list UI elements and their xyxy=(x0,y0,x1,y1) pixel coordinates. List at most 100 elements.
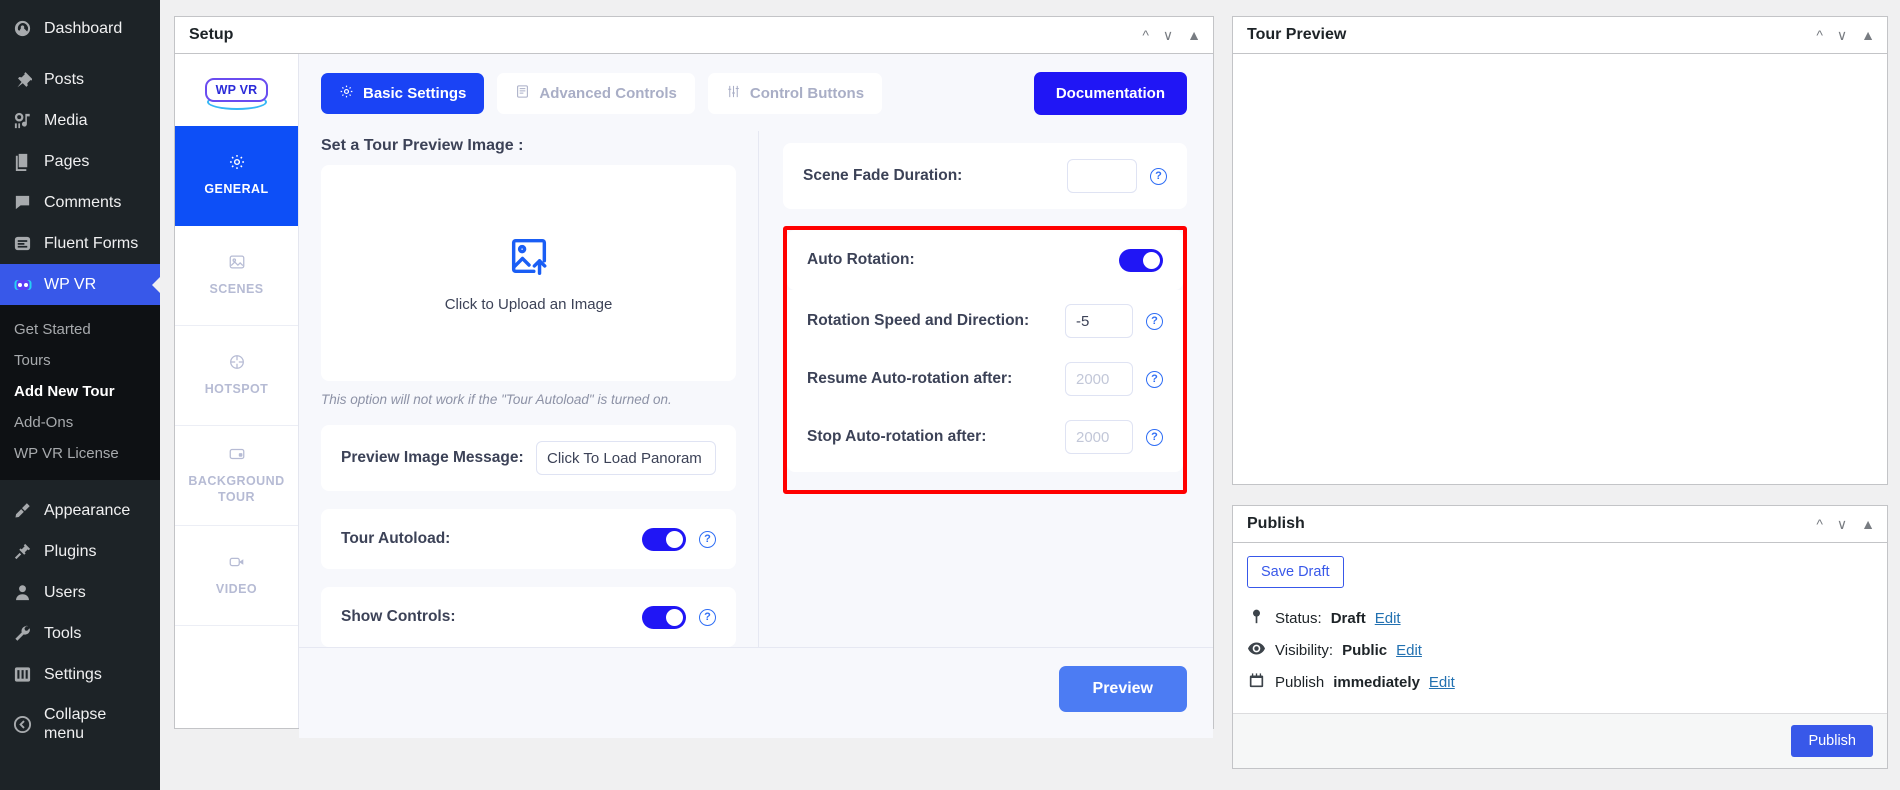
show-controls-toggle[interactable] xyxy=(642,605,686,629)
move-down-icon[interactable]: ∨ xyxy=(1837,28,1847,42)
publish-time-line: Publish immediately Edit xyxy=(1247,666,1873,699)
status-line: Status: Draft Edit xyxy=(1247,602,1873,635)
submenu-item-tours[interactable]: Tours xyxy=(0,345,160,376)
sidebar-item-collapse-menu[interactable]: Collapse menu xyxy=(0,695,160,753)
tour-preview-body xyxy=(1233,54,1887,484)
toggle-panel-icon[interactable]: ▲ xyxy=(1187,28,1201,42)
auto-rotation-toggle[interactable] xyxy=(1119,248,1163,272)
move-down-icon[interactable]: ∨ xyxy=(1163,28,1173,42)
sidebar-item-posts[interactable]: Posts xyxy=(0,59,160,100)
move-up-icon[interactable]: ^ xyxy=(1816,517,1823,531)
vtab-label: VIDEO xyxy=(215,582,258,597)
comments-icon xyxy=(12,192,33,213)
sidebar-item-fluent-forms[interactable]: Fluent Forms xyxy=(0,223,160,264)
toggle-panel-icon[interactable]: ▲ xyxy=(1861,28,1875,42)
toggle-panel-icon[interactable]: ▲ xyxy=(1861,517,1875,531)
preview-image-message-input[interactable] xyxy=(536,441,716,475)
sidebar-item-settings[interactable]: Settings xyxy=(0,654,160,695)
tab-basic-settings[interactable]: Basic Settings xyxy=(321,73,485,114)
publish-header-actions: ^ ∨ ▲ xyxy=(1816,517,1875,531)
tab-advanced-controls[interactable]: Advanced Controls xyxy=(497,73,695,114)
move-up-icon[interactable]: ^ xyxy=(1816,28,1823,42)
sidebar-item-tools[interactable]: Tools xyxy=(0,613,160,654)
upload-image-dropzone[interactable]: Click to Upload an Image xyxy=(321,165,736,381)
help-icon[interactable]: ? xyxy=(1146,312,1163,330)
help-icon[interactable]: ? xyxy=(1146,370,1163,388)
scene-fade-duration-row: Scene Fade Duration: ? xyxy=(783,143,1187,209)
preview-image-hint: This option will not work if the "Tour A… xyxy=(321,392,672,407)
visibility-value: Public xyxy=(1342,642,1388,659)
settings-tabs-row: Basic Settings Advanced Controls Control… xyxy=(299,54,1213,131)
publish-button[interactable]: Publish xyxy=(1791,725,1873,757)
tour-preview-header: Tour Preview ^ ∨ ▲ xyxy=(1233,17,1887,54)
publish-time-value: immediately xyxy=(1333,674,1420,691)
sidebar-item-label: Tools xyxy=(44,624,82,642)
image-upload-icon xyxy=(506,233,552,284)
help-icon[interactable]: ? xyxy=(699,530,716,548)
rotation-speed-input[interactable] xyxy=(1065,304,1133,338)
status-edit-link[interactable]: Edit xyxy=(1375,610,1401,627)
sidebar-item-media[interactable]: Media xyxy=(0,100,160,141)
dashboard-icon xyxy=(12,18,33,39)
sidebar-item-comments[interactable]: Comments xyxy=(0,182,160,223)
vtab-video[interactable]: VIDEO xyxy=(175,526,298,626)
submenu-item-wp-vr-license[interactable]: WP VR License xyxy=(0,438,160,469)
rotation-speed-label: Rotation Speed and Direction: xyxy=(807,311,1030,329)
setup-body: WP VR GENERAL SCENES HOTSPOT BACKGROUND … xyxy=(175,54,1213,738)
auto-rotation-highlight: Auto Rotation: Rotation Speed and Direct… xyxy=(783,226,1187,494)
vtab-label: BACKGROUND TOUR xyxy=(188,474,285,504)
show-controls-label: Show Controls: xyxy=(341,607,456,625)
sidebar-item-label: WP VR xyxy=(44,275,97,293)
pages-icon xyxy=(12,151,33,172)
vtab-background-tour[interactable]: BACKGROUND TOUR xyxy=(175,426,298,526)
sidebar-item-label: Appearance xyxy=(44,501,131,519)
plug-icon xyxy=(12,541,33,562)
vtab-hotspot[interactable]: HOTSPOT xyxy=(175,326,298,426)
publish-title: Publish xyxy=(1247,515,1305,532)
help-icon[interactable]: ? xyxy=(1146,428,1163,446)
submenu-item-get-started[interactable]: Get Started xyxy=(0,314,160,345)
vtab-label: GENERAL xyxy=(204,182,269,197)
side-column: Tour Preview ^ ∨ ▲ Publish ^ ∨ ▲ Save Dr… xyxy=(1232,16,1888,790)
pin-icon xyxy=(12,69,33,90)
user-icon xyxy=(12,582,33,603)
list-icon xyxy=(515,84,530,103)
sidebar-item-dashboard[interactable]: Dashboard xyxy=(0,8,160,49)
setup-footer: Preview xyxy=(299,647,1213,738)
visibility-edit-link[interactable]: Edit xyxy=(1396,642,1422,659)
sidebar-item-wp-vr[interactable]: WP VR xyxy=(0,264,160,305)
resume-rotation-input[interactable] xyxy=(1065,362,1133,396)
help-icon[interactable]: ? xyxy=(1150,167,1167,185)
setup-vertical-tabs: WP VR GENERAL SCENES HOTSPOT BACKGROUND … xyxy=(175,54,299,728)
setup-header: Setup ^ ∨ ▲ xyxy=(175,17,1213,54)
tab-control-buttons[interactable]: Control Buttons xyxy=(707,73,883,114)
sidebar-item-plugins[interactable]: Plugins xyxy=(0,531,160,572)
submenu-item-add-ons[interactable]: Add-Ons xyxy=(0,407,160,438)
vtab-general[interactable]: GENERAL xyxy=(175,126,298,226)
sidebar-item-users[interactable]: Users xyxy=(0,572,160,613)
wp-admin-sidebar: Dashboard Posts Media Pages Comments Flu… xyxy=(0,0,160,790)
rotation-speed-row: Rotation Speed and Direction: ? xyxy=(807,292,1163,350)
submenu-item-add-new-tour[interactable]: Add New Tour xyxy=(0,376,160,407)
preview-button[interactable]: Preview xyxy=(1058,666,1187,712)
vtab-label: SCENES xyxy=(209,282,264,297)
help-icon[interactable]: ? xyxy=(699,608,716,626)
scene-fade-duration-label: Scene Fade Duration: xyxy=(803,166,963,184)
sidebar-item-appearance[interactable]: Appearance xyxy=(0,490,160,531)
main-content: Setup ^ ∨ ▲ WP VR GENERAL SCENES HOTSPOT… xyxy=(160,0,1900,790)
stop-rotation-input[interactable] xyxy=(1065,420,1133,454)
move-up-icon[interactable]: ^ xyxy=(1142,28,1149,42)
scene-fade-duration-input[interactable] xyxy=(1067,159,1137,193)
auto-rotation-row: Auto Rotation: xyxy=(787,230,1183,290)
vtab-scenes[interactable]: SCENES xyxy=(175,226,298,326)
save-draft-button[interactable]: Save Draft xyxy=(1247,556,1344,588)
sidebar-item-pages[interactable]: Pages xyxy=(0,141,160,182)
tour-autoload-row: Tour Autoload: ? xyxy=(321,509,736,569)
tab-label: Basic Settings xyxy=(363,85,467,102)
status-label: Status: xyxy=(1275,610,1322,627)
tour-autoload-toggle[interactable] xyxy=(642,527,686,551)
move-down-icon[interactable]: ∨ xyxy=(1837,517,1847,531)
documentation-button[interactable]: Documentation xyxy=(1033,72,1187,115)
publish-time-edit-link[interactable]: Edit xyxy=(1429,674,1455,691)
wp-vr-submenu: Get Started Tours Add New Tour Add-Ons W… xyxy=(0,305,160,480)
